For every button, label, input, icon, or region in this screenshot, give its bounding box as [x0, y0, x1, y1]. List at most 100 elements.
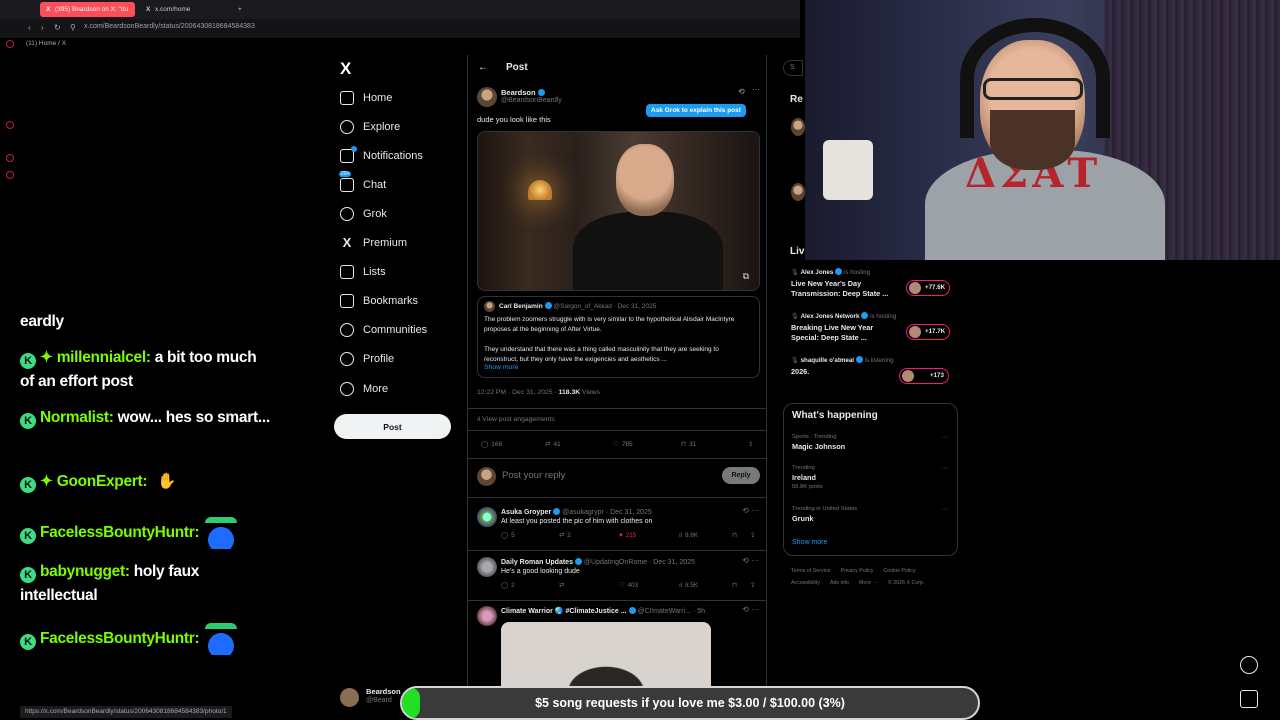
donation-goal-bar: $5 song requests if you love me $3.00 / … — [400, 686, 980, 720]
nav-communities[interactable]: Communities — [340, 321, 427, 339]
verified-badge-icon — [537, 89, 545, 96]
avatar — [340, 688, 359, 707]
ask-grok-button[interactable]: Ask Grok to explain this post — [646, 104, 746, 117]
nav-more[interactable]: More — [340, 380, 388, 398]
more-dots-icon[interactable]: ··· — [941, 465, 948, 472]
share-icon[interactable]: ⇪ — [748, 440, 753, 448]
status-url: https://x.com/BeardsonBeardly/status/200… — [20, 706, 232, 718]
more-dots-icon[interactable]: ⟲ ··· — [742, 506, 759, 515]
live-space-item[interactable]: 🎙 Alex Jones is hosting Live New Year's … — [791, 268, 956, 308]
like-button[interactable]: ♡ 403 — [619, 582, 638, 589]
views-count[interactable]: ıl 8.6K — [679, 532, 698, 539]
back-arrow-icon[interactable]: ← — [478, 62, 488, 73]
trend-item[interactable]: Trending in United States Grunk ··· — [792, 506, 952, 523]
headset-image — [960, 18, 1110, 138]
chat-text: wow... hes so smart... — [117, 409, 270, 426]
nav-lists[interactable]: Lists — [340, 263, 386, 281]
mic-icon: 🎙 — [791, 269, 799, 276]
forward-arrow-icon[interactable]: › — [41, 23, 44, 32]
show-more-link[interactable]: Show more — [792, 539, 827, 546]
browser-tab[interactable]: Xx.com/home — [140, 2, 230, 17]
nav-home[interactable]: Home — [340, 89, 392, 107]
author-handle[interactable]: @BeardsonBeardly — [501, 97, 562, 104]
reply-post[interactable]: Daily Roman Updates @UpdatingOnRome · De… — [468, 555, 766, 601]
footer-link[interactable]: Ads info — [830, 580, 849, 586]
quoted-post[interactable]: Carl Benjamin @Sargon_of_Akkad · Dec 31,… — [477, 296, 760, 378]
reply-post[interactable]: Asuka Groyper @asukagrypr · Dec 31, 2025… — [468, 505, 766, 551]
messages-icon[interactable] — [1240, 690, 1258, 708]
quote-text: They understand that there was a thing c… — [484, 346, 719, 363]
site-info-icon[interactable]: ⚲ — [70, 23, 76, 32]
avatar — [477, 467, 496, 486]
back-arrow-icon[interactable]: ‹ — [28, 23, 31, 32]
reply-button[interactable]: ◯ 168 — [481, 440, 502, 448]
app-icon[interactable] — [6, 121, 14, 129]
avatar — [484, 301, 495, 312]
reply-input[interactable]: Post your reply — [502, 470, 565, 481]
lamp-image — [528, 180, 552, 200]
more-dots-icon[interactable]: ··· — [752, 85, 760, 94]
footer-link[interactable]: Terms of Service — [791, 568, 830, 574]
nav-premium[interactable]: X Premium — [340, 234, 407, 252]
url-field[interactable]: x.com/BeardsonBeardly/status/20064308186… — [84, 23, 255, 30]
nav-notifications[interactable]: Notifications — [340, 146, 423, 165]
post-image[interactable]: ⧉ — [477, 131, 760, 291]
reply-text: He's a good looking dude — [501, 568, 580, 575]
avatar[interactable] — [791, 118, 805, 136]
nav-explore[interactable]: Explore — [340, 118, 400, 136]
app-icon[interactable] — [6, 40, 14, 48]
grok-float-icon[interactable] — [1240, 656, 1258, 674]
repost-button[interactable]: ⇄ 41 — [545, 440, 561, 448]
footer-link[interactable]: More ··· — [859, 580, 878, 586]
live-space-item[interactable]: 🎙 Alex Jones Network is hosting Breaking… — [791, 312, 956, 352]
repost-button[interactable]: ⇄ 2 — [559, 532, 571, 539]
search-input[interactable]: S — [783, 60, 803, 76]
footer-link[interactable]: Cookie Policy — [883, 568, 915, 574]
author-name[interactable]: Beardson — [501, 88, 545, 97]
verified-badge-icon — [628, 607, 636, 614]
new-tab-button[interactable]: + — [232, 2, 246, 17]
nav-profile[interactable]: Profile — [340, 350, 394, 368]
chat-message: K ✦ GoonExpert: ✋ — [20, 470, 270, 494]
reload-icon[interactable]: ↻ — [54, 23, 61, 32]
mic-icon: 🎙 — [791, 357, 799, 364]
nav-chat[interactable]: Chat — [339, 171, 386, 194]
bookmark-icon[interactable]: ⊓ — [732, 532, 737, 539]
more-icon — [340, 382, 354, 396]
trend-item[interactable]: Sports · Trending Magic Johnson ··· — [792, 434, 952, 451]
grok-icon[interactable]: ⟲ — [738, 87, 745, 96]
repost-button[interactable]: ⇄ — [559, 582, 567, 589]
post-text: dude you look like this — [477, 115, 551, 124]
post-button[interactable]: Post — [334, 414, 451, 439]
avatar[interactable] — [791, 183, 805, 201]
avatar[interactable] — [477, 87, 497, 107]
more-dots-icon[interactable]: ··· — [941, 434, 948, 441]
like-button[interactable]: ♡ 785 — [613, 440, 633, 448]
more-dots-icon[interactable]: ··· — [941, 506, 948, 513]
blue-emote-icon — [205, 623, 238, 655]
grok-image-icon[interactable]: ⧉ — [743, 271, 749, 282]
more-dots-icon[interactable]: ⟲ ··· — [742, 605, 759, 614]
nav-grok[interactable]: Grok — [340, 205, 387, 223]
app-icon[interactable] — [6, 154, 14, 162]
show-more-link[interactable]: Show more — [484, 364, 518, 371]
share-icon[interactable]: ⇪ — [750, 582, 755, 589]
nav-bookmarks[interactable]: Bookmarks — [340, 292, 418, 310]
trend-item[interactable]: Trending Ireland 56.8K posts ··· — [792, 465, 952, 490]
views-count[interactable]: ıl 8.5K — [679, 582, 698, 589]
live-space-item[interactable]: 🎙 shaquille o'atmeal is listening 2026. … — [791, 356, 956, 396]
like-button[interactable]: ♥ 215 — [619, 532, 636, 539]
footer-link[interactable]: Privacy Policy — [840, 568, 873, 574]
app-icon[interactable] — [6, 171, 14, 179]
footer-link[interactable]: Accessibility — [791, 580, 820, 586]
share-icon[interactable]: ⇪ — [750, 532, 755, 539]
reply-submit-button[interactable]: Reply — [722, 467, 760, 484]
view-engagements-link[interactable]: ıl View post engagements — [477, 416, 555, 423]
reply-button[interactable]: ◯ 5 — [501, 532, 515, 539]
bookmark-button[interactable]: ⊓ 31 — [681, 440, 696, 448]
x-logo-icon[interactable]: X — [340, 59, 351, 79]
browser-tab-active[interactable]: X (395) Beardson on X: "du — [40, 2, 135, 17]
bookmark-icon[interactable]: ⊓ — [732, 582, 737, 589]
reply-button[interactable]: ◯ 2 — [501, 582, 515, 589]
more-dots-icon[interactable]: ⟲ ··· — [742, 556, 759, 565]
